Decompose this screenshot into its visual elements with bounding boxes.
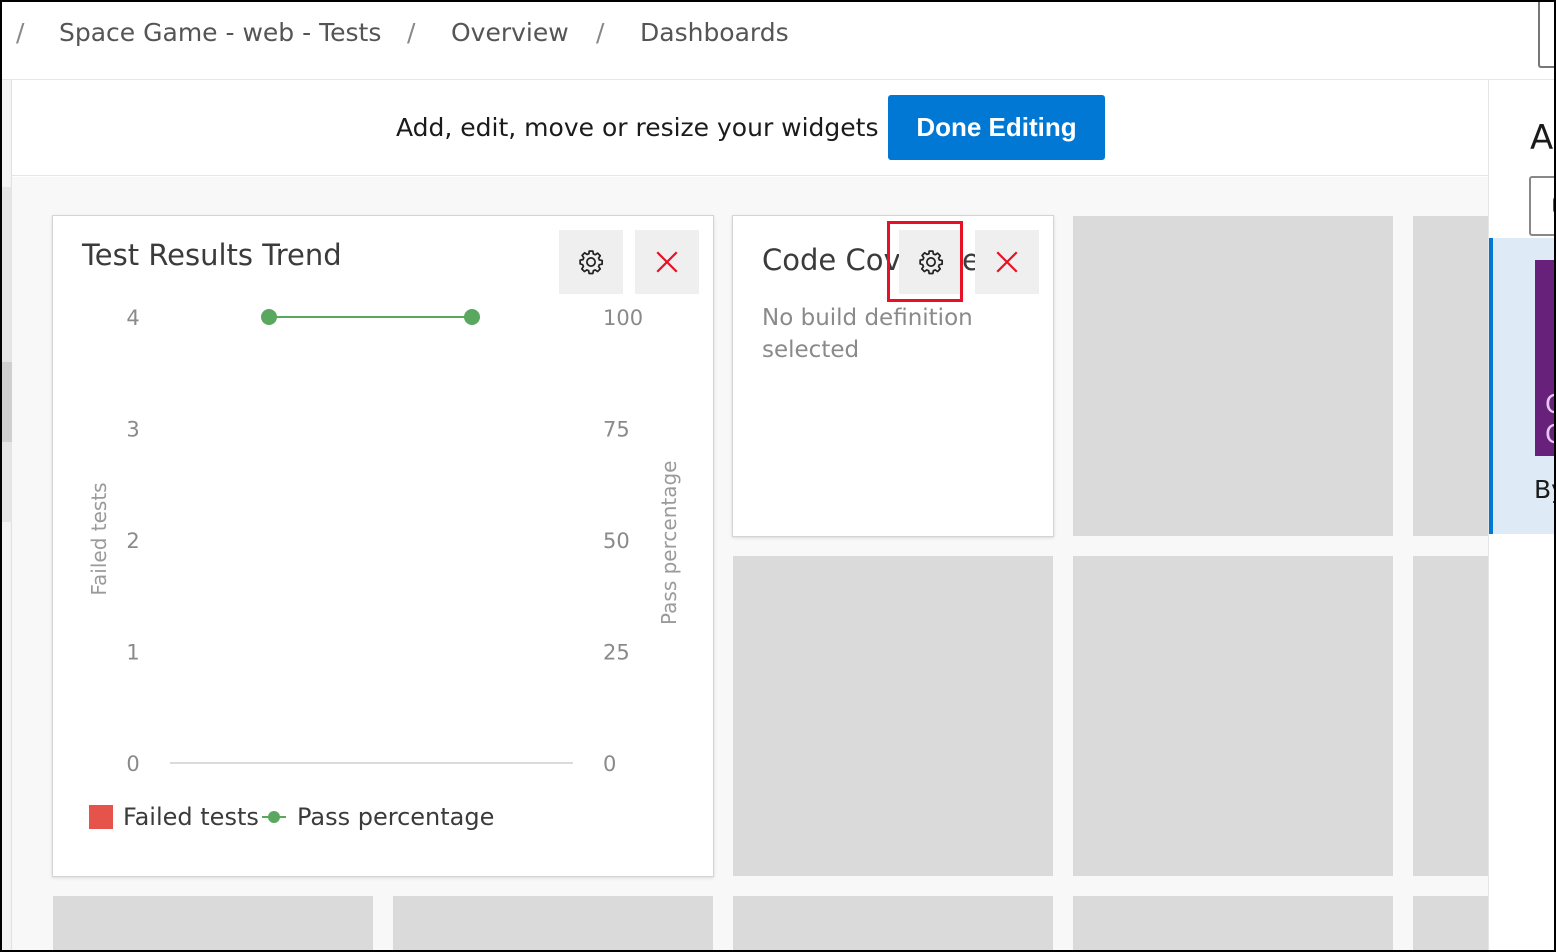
y-right-axis-title: Pass percentage [657,460,681,625]
done-editing-button[interactable]: Done Editing [888,95,1105,160]
catalog-title: Ad [1530,118,1554,158]
y-left-tick-label: 2 [126,529,139,553]
widget-placeholder[interactable] [1073,216,1393,536]
breadcrumb-item-overview[interactable]: Overview [451,18,569,47]
widget-placeholder[interactable] [53,896,373,950]
failed-tests-swatch [89,805,113,829]
y-right-tick-label: 0 [603,752,616,776]
left-gutter-scroll-thumb[interactable] [2,362,12,442]
widget-placeholder[interactable] [1413,896,1488,950]
widget-placeholder[interactable] [1073,556,1393,876]
catalog-widget-author: By [1534,475,1554,504]
widget-title: Code Cov [762,243,901,277]
breadcrumb-separator: / [16,18,25,47]
no-build-message: No build definition selected [762,302,973,366]
edit-mode-message: Add, edit, move or resize your widgets [396,113,879,142]
breadcrumb: / Space Game - web - Tests / Overview / … [2,2,1554,80]
widget-placeholder[interactable] [733,556,1053,876]
left-gutter-shade [2,187,12,522]
test-results-trend-widget[interactable]: Test Results Trend 0 1 2 3 4 0 25 50 75 100 Faile… [52,215,714,877]
legend-label: Failed tests [123,803,259,831]
y-left-tick-label: 3 [126,418,139,442]
y-left-axis-title: Failed tests [87,482,111,596]
legend-pass-percentage[interactable]: Pass percentage [261,803,494,831]
legend-label: Pass percentage [297,803,495,831]
breadcrumb-item-project[interactable]: Space Game - web - Tests [59,18,381,47]
y-left-tick-label: 1 [126,641,139,665]
header-edge-button[interactable] [1538,2,1554,68]
widget-placeholder[interactable] [1413,216,1488,536]
breadcrumb-separator: / [596,18,605,47]
y-right-tick-label: 75 [603,418,630,442]
y-right-tick-label: 25 [603,641,630,665]
pass-percentage-swatch [262,811,286,823]
widget-placeholder[interactable] [1073,896,1393,950]
pass-percentage-point [464,309,480,325]
edit-mode-bar: Add, edit, move or resize your widgets D… [12,80,1488,176]
breadcrumb-item-dashboards[interactable]: Dashboards [640,18,789,47]
test-results-chart: 0 1 2 3 4 0 25 50 75 100 [126,306,643,776]
widget-placeholder[interactable] [733,896,1053,950]
widget-placeholder[interactable] [1413,556,1488,876]
y-right-tick-label: 100 [603,306,643,330]
app-window: / Space Game - web - Tests / Overview / … [0,0,1556,952]
y-right-tick-label: 50 [603,529,630,553]
settings-highlight-box [887,221,963,302]
no-build-message-line: selected [762,337,860,363]
catalog-search-input[interactable] [1529,176,1554,236]
widget-placeholder[interactable] [393,896,713,950]
close-icon [996,251,1018,273]
catalog-widget-thumbnail-text: C C [1545,390,1554,450]
widget-remove-button[interactable] [975,230,1039,294]
no-build-message-line: No build definition [762,305,973,331]
pass-percentage-point [261,309,277,325]
breadcrumb-separator: / [407,18,416,47]
y-left-tick-label: 0 [126,752,139,776]
legend-failed-tests[interactable]: Failed tests [89,803,259,831]
y-left-tick-label: 4 [126,306,139,330]
